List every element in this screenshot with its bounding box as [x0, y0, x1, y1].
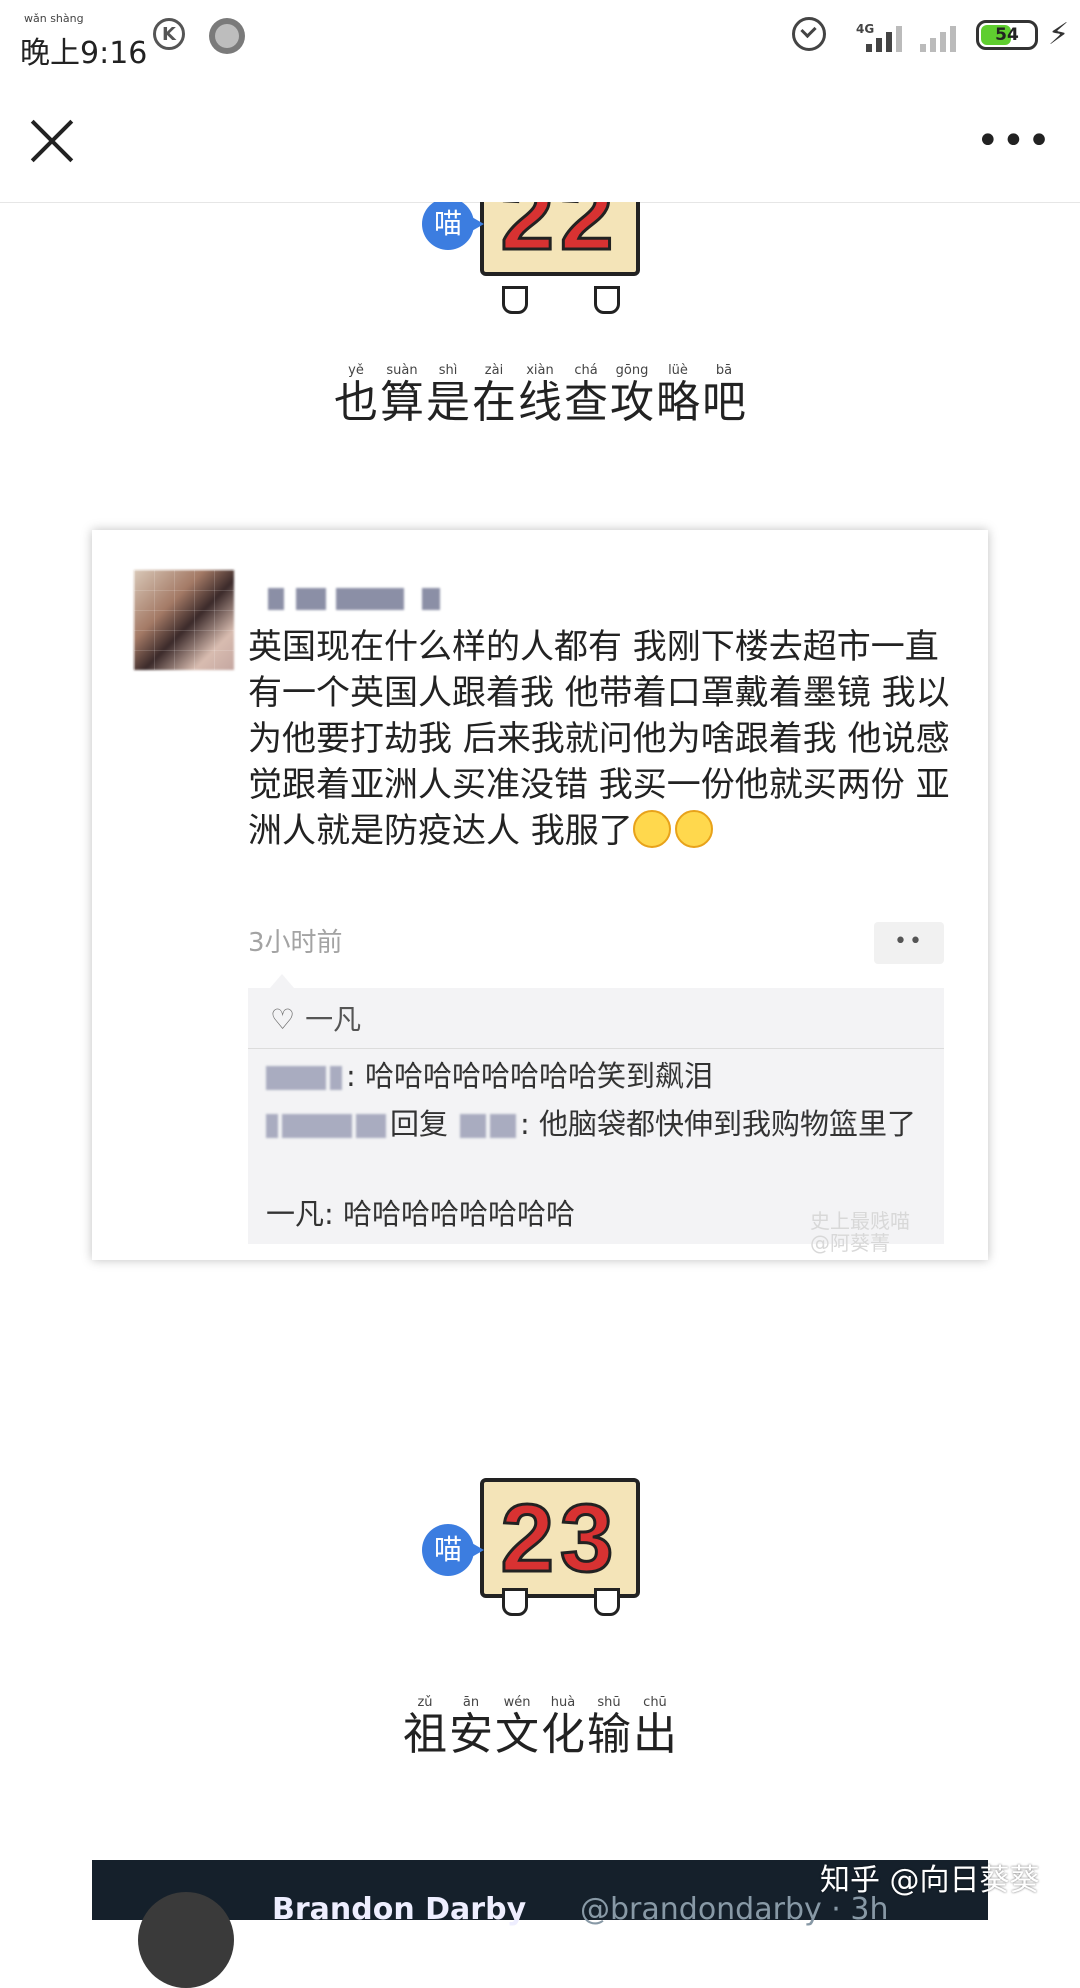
title-pinyin: ān: [449, 1695, 493, 1710]
watermark-line: @阿葵菁: [810, 1231, 890, 1255]
section-23-title: 祖zǔ安ān文wén化huà输shū出chū: [0, 1695, 1080, 1762]
title-pinyin: huà: [541, 1695, 585, 1710]
charging-bolt-icon: ⚡: [1048, 17, 1070, 52]
sticker-foot: [594, 1588, 620, 1616]
title-pinyin: zài: [472, 363, 516, 378]
avatar: [138, 1892, 234, 1988]
comment: 一凡: 哈哈哈哈哈哈哈哈: [266, 1194, 575, 1234]
title-char: 略lüè: [656, 363, 700, 428]
title-pinyin: zǔ: [403, 1695, 447, 1710]
blurred-username: [336, 588, 404, 610]
title-char: 在zài: [472, 363, 516, 428]
title-char: 安ān: [449, 1695, 493, 1760]
sticker-foot: [594, 286, 620, 314]
title-pinyin: chū: [633, 1695, 677, 1710]
post-body: 英国现在什么样的人都有 我刚下楼去超市一直有一个英国人跟着我 他带着口罩戴着墨镜…: [248, 624, 968, 854]
k-app-icon: K: [153, 18, 185, 50]
title-pinyin: bā: [702, 363, 746, 378]
title-char: 线xiàn: [518, 363, 562, 428]
smile-emoji-icon: [632, 810, 671, 848]
more-options-button[interactable]: •••: [976, 121, 1051, 161]
blurred-name: [330, 1066, 342, 1090]
weibo-watermark: 史上最贱喵 @阿葵菁: [810, 1210, 910, 1254]
title-pinyin: shū: [587, 1695, 631, 1710]
blurred-name: [356, 1114, 386, 1138]
blurred-username: [296, 588, 326, 610]
post-more-button[interactable]: ••: [874, 922, 944, 964]
blurred-name: [282, 1114, 352, 1138]
divider: [248, 1048, 944, 1049]
miao-badge: 喵: [422, 202, 484, 250]
title-char: 祖zǔ: [403, 1695, 447, 1760]
comment-text: : 哈哈哈哈哈哈哈哈: [324, 1197, 576, 1231]
title-pinyin: yě: [334, 363, 378, 378]
sticker-foot: [502, 286, 528, 314]
blurred-username: [268, 588, 284, 610]
post-text: 英国现在什么样的人都有 我刚下楼去超市一直有一个英国人跟着我 他带着口罩戴着墨镜…: [248, 627, 950, 851]
clock: wǎn shàng 晚上9:16: [20, 10, 147, 71]
alarm-icon: [792, 17, 826, 51]
comment: : 哈哈哈哈哈哈哈哈笑到飙泪: [266, 1056, 713, 1096]
author-name: Brandon Darby: [272, 1892, 527, 1927]
title-pinyin: gōng: [610, 363, 654, 378]
title-char: 吧bā: [702, 363, 746, 428]
blurred-name: [266, 1066, 326, 1090]
close-button[interactable]: [28, 116, 78, 166]
avatar-mosaic: [134, 570, 234, 670]
title-char: 攻gōng: [610, 363, 654, 428]
section-22-title: 也yě算suàn是shì在zài线xiàn查chá攻gōng略lüè吧bā: [0, 363, 1080, 430]
battery-percent: 54: [995, 25, 1019, 45]
number-box: 23: [480, 1478, 640, 1598]
nav-bar: •••: [0, 80, 1080, 203]
title-pinyin: suàn: [380, 363, 424, 378]
title-pinyin: xiàn: [518, 363, 562, 378]
heart-icon: ♡: [270, 1003, 296, 1036]
title-pinyin: wén: [495, 1695, 539, 1710]
title-pinyin: shì: [426, 363, 470, 378]
title-char: 输shū: [587, 1695, 631, 1760]
blurred-username: [422, 588, 440, 610]
title-char: 化huà: [541, 1695, 585, 1760]
progress-ring-icon: [209, 18, 245, 54]
blurred-name: [460, 1114, 487, 1138]
like-user: 一凡: [305, 1003, 362, 1036]
title-char: 文wén: [495, 1695, 539, 1760]
title-char: 也yě: [334, 363, 378, 428]
section-number: 23: [499, 1484, 620, 1594]
title-char: 出chū: [633, 1695, 677, 1760]
comment-text: : 他脑袋都快伸到我购物篮里了: [520, 1107, 917, 1141]
watermark-line: 史上最贱喵: [810, 1209, 910, 1233]
clock-time: 晚上9:16: [20, 36, 148, 71]
signal-icon: [866, 22, 916, 52]
blurred-name: [266, 1114, 278, 1138]
comment: 回复 : 他脑袋都快伸到我购物篮里了: [266, 1104, 926, 1144]
title-char: 是shì: [426, 363, 470, 428]
smile-emoji-icon: [674, 810, 713, 848]
title-pinyin: chá: [564, 363, 608, 378]
signal-icon: [920, 22, 970, 52]
status-bar: wǎn shàng 晚上9:16 K 4G 54 ⚡: [0, 0, 1080, 80]
zhihu-watermark: 知乎 @向日葵葵: [820, 1863, 1040, 1898]
miao-badge: 喵: [422, 1524, 484, 1576]
post-time: 3小时前: [248, 928, 343, 958]
battery-icon: 54: [976, 20, 1038, 50]
reply-label: 回复: [390, 1107, 449, 1141]
likes-row: ♡ 一凡: [270, 1000, 361, 1040]
title-char: 查chá: [564, 363, 608, 428]
sticker-foot: [502, 1588, 528, 1616]
title-pinyin: lüè: [656, 363, 700, 378]
blurred-name: [490, 1114, 517, 1138]
comment-author: 一凡: [266, 1197, 325, 1231]
section-23-sticker: 23 喵: [422, 1478, 682, 1618]
title-char: 算suàn: [380, 363, 424, 428]
comments-box: ♡ 一凡 : 哈哈哈哈哈哈哈哈笑到飙泪 回复 : 他脑袋都快伸到我购物篮里了 一凡:…: [248, 974, 944, 1244]
post-screenshot: 英国现在什么样的人都有 我刚下楼去超市一直有一个英国人跟着我 他带着口罩戴着墨镜…: [92, 530, 988, 1260]
clock-pinyin: wǎn shàng: [24, 12, 84, 25]
comment-text: : 哈哈哈哈哈哈哈哈笑到飙泪: [346, 1059, 713, 1093]
